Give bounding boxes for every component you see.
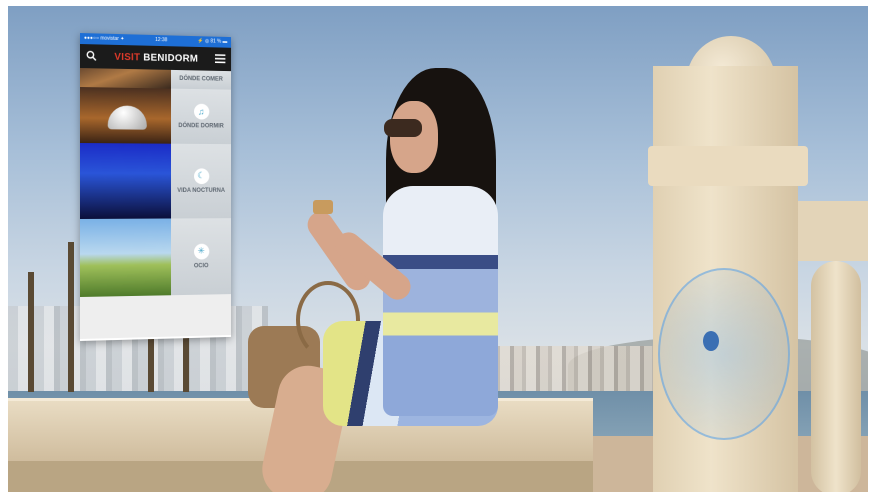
search-icon[interactable]	[86, 50, 97, 63]
beacon-device	[703, 331, 719, 351]
menu-item-label: OCIO	[193, 262, 209, 269]
palm-tree	[68, 242, 74, 392]
app-screen-overlay: ●●●○○ movistar ✦ 12:38 ⚡ ◎ 81 % ▬ VISIT …	[80, 33, 232, 341]
music-note-icon: ♫	[193, 103, 209, 120]
app-footer	[80, 295, 172, 339]
app-nav-bar: VISIT BENIDORM	[80, 44, 232, 72]
app-menu-grid: DÓNDE COMER ♫ DÓNDE DORMIR ☾ VIDA NOCTUR…	[80, 68, 232, 339]
app-footer	[171, 294, 232, 337]
menu-item-label: VIDA NOCTURNA	[177, 187, 225, 194]
sunglasses	[384, 119, 422, 137]
concert-image[interactable]	[80, 143, 172, 219]
menu-item-label: DÓNDE COMER	[179, 75, 223, 83]
brand-name: BENIDORM	[143, 52, 199, 65]
balustrade-rail	[798, 201, 868, 261]
palm-tree	[28, 272, 34, 392]
menu-item-ocio[interactable]: ✳ OCIO	[171, 218, 232, 296]
battery-status: ⚡ ◎ 81 % ▬	[197, 38, 228, 45]
leisure-field-image[interactable]	[80, 218, 172, 297]
moon-icon: ☾	[193, 167, 209, 184]
food-image[interactable]	[80, 68, 172, 89]
sun-icon: ✳	[193, 243, 209, 260]
woman-face	[390, 101, 438, 173]
service-bell	[107, 105, 147, 130]
carrier-signal: ●●●○○ movistar ✦	[83, 35, 125, 43]
woman-dress	[383, 186, 498, 416]
hotel-bell-image[interactable]	[80, 87, 172, 144]
menu-item-donde-dormir[interactable]: ♫ DÓNDE DORMIR	[171, 88, 232, 145]
app-brand: VISIT BENIDORM	[114, 51, 198, 64]
menu-item-vida-nocturna[interactable]: ☾ VIDA NOCTURNA	[171, 143, 232, 219]
photo-scene: ●●●○○ movistar ✦ 12:38 ⚡ ◎ 81 % ▬ VISIT …	[8, 6, 868, 492]
pillar-cap	[648, 146, 808, 186]
menu-item-donde-comer[interactable]: DÓNDE COMER	[171, 69, 232, 90]
beacon-signal	[658, 268, 790, 440]
status-time: 12:38	[155, 37, 168, 44]
menu-item-label: DÓNDE DORMIR	[178, 122, 224, 129]
brand-visit: VISIT	[114, 51, 141, 63]
baluster	[811, 261, 861, 492]
smartphone	[313, 200, 333, 214]
hamburger-menu-icon[interactable]	[214, 53, 226, 65]
